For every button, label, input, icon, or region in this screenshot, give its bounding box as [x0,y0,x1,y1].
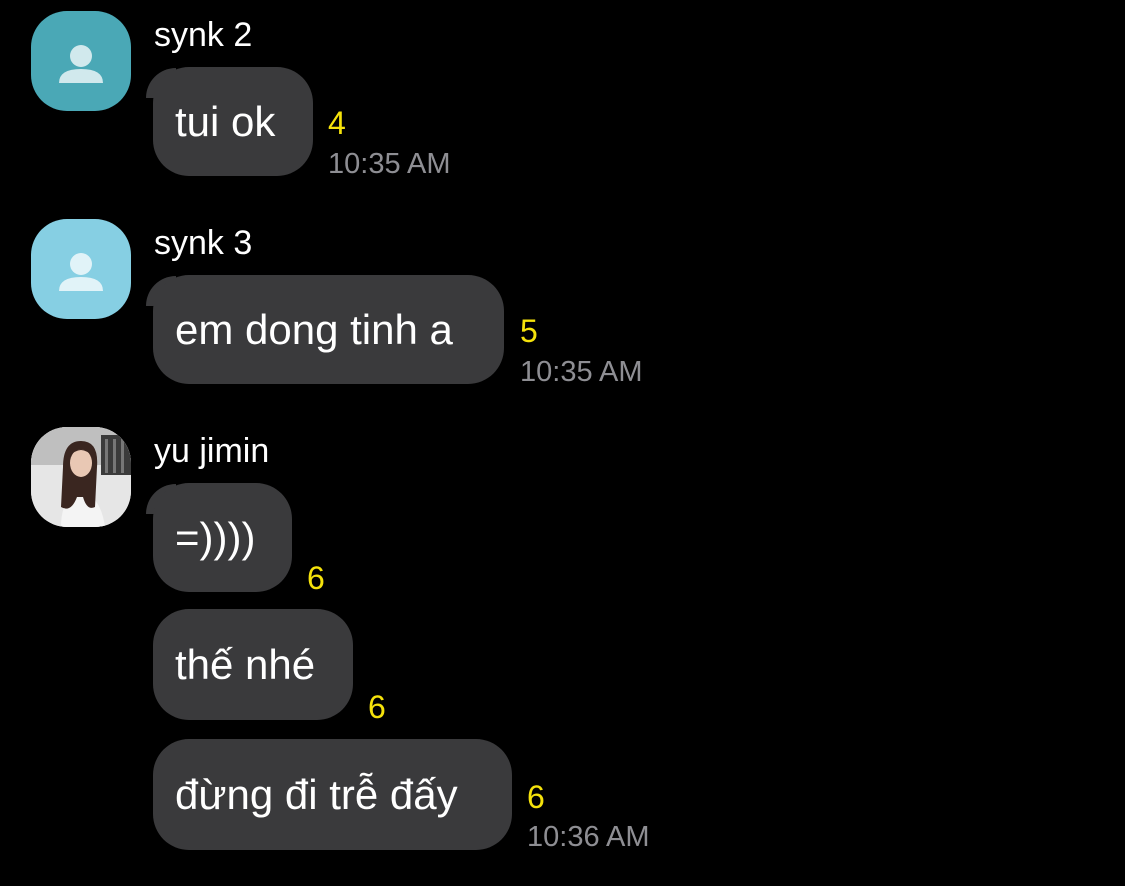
avatar-yu-jimin[interactable] [31,427,131,527]
sender-name: synk 3 [154,224,253,262]
message-timestamp: 10:36 AM [527,821,650,853]
avatar-synk-2[interactable] [31,11,131,111]
message-timestamp: 10:35 AM [328,148,451,180]
sender-name: synk 2 [154,16,253,54]
unread-count: 5 [520,313,538,349]
default-user-icon [59,253,103,291]
unread-count: 6 [307,560,325,596]
message-bubble[interactable]: đừng đi trễ đấy [153,739,512,850]
unread-count: 4 [328,105,346,141]
message-bubble[interactable]: em dong tinh a [153,275,504,384]
message-bubble[interactable]: =)))) [153,483,292,592]
sender-name: yu jimin [154,432,270,470]
avatar-synk-3[interactable] [31,219,131,319]
message-timestamp: 10:35 AM [520,356,643,388]
unread-count: 6 [527,779,545,815]
unread-count: 6 [368,689,386,725]
message-bubble[interactable]: thế nhé [153,609,353,720]
message-bubble[interactable]: tui ok [153,67,313,176]
profile-photo-icon [31,427,131,527]
default-user-icon [59,45,103,83]
